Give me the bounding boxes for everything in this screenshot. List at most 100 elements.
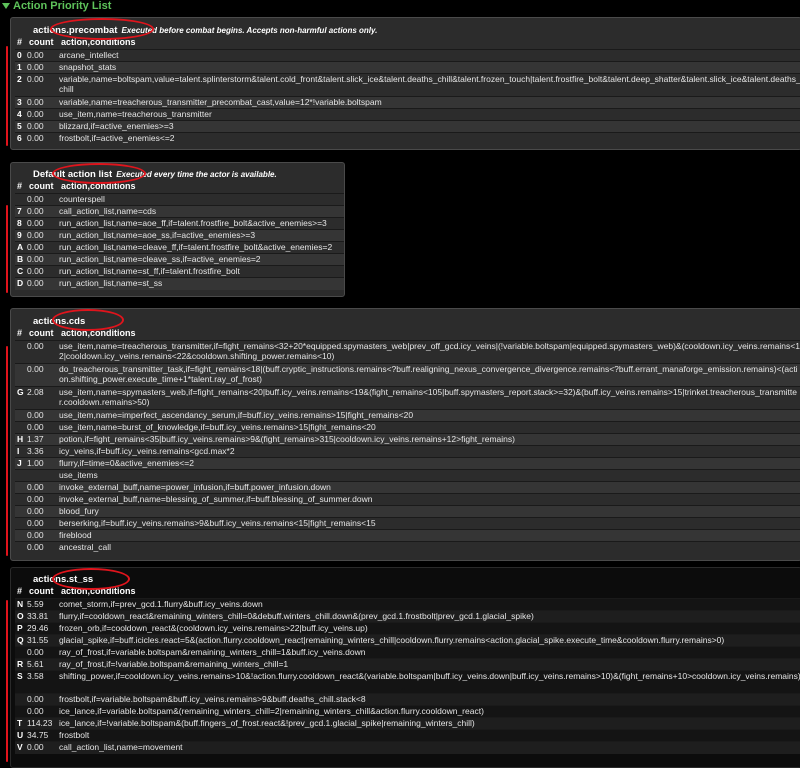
header-title: Action Priority List <box>13 0 112 12</box>
row-count: 0.00 <box>27 530 44 540</box>
row-index: D <box>17 278 24 288</box>
col-idx: # <box>17 328 23 338</box>
row-action: run_action_list,name=cleave_ff,if=talent… <box>59 242 333 252</box>
row-action: frostbolt <box>59 730 90 740</box>
table-row: G 2.08 use_item,name=spymasters_web,if=fig… <box>15 386 800 410</box>
section-desc: Executed every time the actor is availab… <box>116 170 277 179</box>
row-count: 0.00 <box>27 218 44 228</box>
row-count: 1.37 <box>27 434 44 444</box>
row-action: flurry,if=cooldown_react&remaining_winte… <box>59 611 534 621</box>
row-action: variable,name=treacherous_transmitter_pr… <box>59 97 382 107</box>
section-title: actions.precombat <box>33 25 118 36</box>
table-row: 0.00 do_treacherous_transmitter_task,if=f… <box>15 363 800 387</box>
row-action: ice_lance,if=variable.boltspam&(remainin… <box>59 706 484 716</box>
row-count: 3.58 <box>27 671 44 681</box>
row-count: 0.00 <box>27 494 44 504</box>
row-count: 33.81 <box>27 611 49 621</box>
row-index: 1 <box>17 62 22 72</box>
row-action: blizzard,if=active_enemies>=3 <box>59 121 174 131</box>
annotation-line <box>6 346 8 556</box>
row-count: 34.75 <box>27 730 49 740</box>
row-count: 0.00 <box>27 422 44 432</box>
row-action: use_item,name=imperfect_ascendancy_serum… <box>59 410 414 420</box>
row-count: 0.00 <box>27 341 44 351</box>
row-index: 0 <box>17 50 22 60</box>
col-action: action,conditions <box>61 328 136 338</box>
table-row: 6 0.00 frostbolt,if=active_enemies<=2 <box>15 132 800 145</box>
row-count: 0.00 <box>27 506 44 516</box>
row-count: 0.00 <box>27 364 44 374</box>
row-action: ancestral_call <box>59 542 111 552</box>
col-idx: # <box>17 181 23 191</box>
section-title: actions.cds <box>33 316 86 327</box>
row-action: fireblood <box>59 530 92 540</box>
section-desc: Executed before combat begins. Accepts n… <box>121 26 378 35</box>
annotation-line <box>6 205 8 293</box>
row-action: ray_of_frost,if=!variable.boltspam&remai… <box>59 659 289 669</box>
table-row: 0.00 ancestral_call <box>15 541 800 554</box>
row-action: variable,name=boltspam,value=talent.spli… <box>59 74 800 94</box>
annotation-line <box>6 46 8 146</box>
row-action: frozen_orb,if=cooldown_react&(cooldown.i… <box>59 623 368 633</box>
row-count: 0.00 <box>27 97 44 107</box>
row-index: G <box>17 387 24 397</box>
row-action: counterspell <box>59 194 105 204</box>
row-action: snapshot_stats <box>59 62 117 72</box>
row-count: 0.00 <box>27 518 44 528</box>
row-index: 8 <box>17 218 22 228</box>
row-count: 1.00 <box>27 458 44 468</box>
col-idx: # <box>17 586 23 596</box>
row-count: 0.00 <box>27 482 44 492</box>
row-index: 4 <box>17 109 22 119</box>
row-action: run_action_list,name=st_ss <box>59 278 163 288</box>
row-index: 5 <box>17 121 22 131</box>
row-action: potion,if=fight_remains<35|buff.icy_vein… <box>59 434 515 444</box>
row-index: 9 <box>17 230 22 240</box>
row-count: 0.00 <box>27 50 44 60</box>
row-index: J <box>17 458 22 468</box>
col-count: count <box>29 181 54 191</box>
row-index: 6 <box>17 133 22 143</box>
row-action: use_item,name=spymasters_web,if=fight_re… <box>59 387 798 407</box>
row-action: comet_storm,if=prev_gcd.1.flurry&buff.ic… <box>59 599 263 609</box>
row-index: 3 <box>17 97 22 107</box>
row-action: invoke_external_buff,name=power_infusion… <box>59 482 331 492</box>
row-count: 0.00 <box>27 694 44 704</box>
row-count: 0.00 <box>27 206 44 216</box>
row-count: 0.00 <box>27 410 44 420</box>
table-row: D 0.00 run_action_list,name=st_ss <box>15 277 344 290</box>
row-action: arcane_intellect <box>59 50 119 60</box>
row-action: use_item,name=treacherous_transmitter,if… <box>59 341 800 361</box>
row-index: S <box>17 671 23 681</box>
expand-triangle-icon[interactable] <box>2 3 10 9</box>
row-count: 0.00 <box>27 74 44 84</box>
panel-cds: actions.cds # count action,conditions 0.00… <box>10 308 800 561</box>
row-count: 0.00 <box>27 278 44 288</box>
col-count: count <box>29 586 54 596</box>
col-action: action,conditions <box>61 181 136 191</box>
row-action: glacial_spike,if=buff.icicles.react=5&(a… <box>59 635 725 645</box>
panel-precombat: actions.precombat Executed before combat … <box>10 17 800 150</box>
action-priority-header[interactable]: Action Priority List <box>0 0 111 12</box>
row-count: 0.00 <box>27 706 44 716</box>
row-action: use_item,name=burst_of_knowledge,if=buff… <box>59 422 376 432</box>
row-count: 114.23 <box>27 718 53 728</box>
row-index: N <box>17 599 24 609</box>
row-count: 0.00 <box>27 542 44 552</box>
row-index: H <box>17 434 24 444</box>
row-count: 0.00 <box>27 266 44 276</box>
row-action: run_action_list,name=cleave_ss,if=active… <box>59 254 261 264</box>
row-action: do_treacherous_transmitter_task,if=fight… <box>59 364 798 384</box>
row-action: flurry,if=time=0&active_enemies<=2 <box>59 458 194 468</box>
col-count: count <box>29 37 54 47</box>
row-index: 2 <box>17 74 22 84</box>
annotation-line <box>6 600 8 762</box>
row-count: 31.55 <box>27 635 49 645</box>
row-index: U <box>17 730 24 740</box>
row-action: frostbolt,if=variable.boltspam&buff.icy_… <box>59 694 366 704</box>
row-count: 5.59 <box>27 599 44 609</box>
row-action: blood_fury <box>59 506 99 516</box>
row-index: I <box>17 446 20 456</box>
section-title: Default action list <box>33 169 113 180</box>
table-row: 0.00 use_item,name=treacherous_transmitte… <box>15 340 800 364</box>
